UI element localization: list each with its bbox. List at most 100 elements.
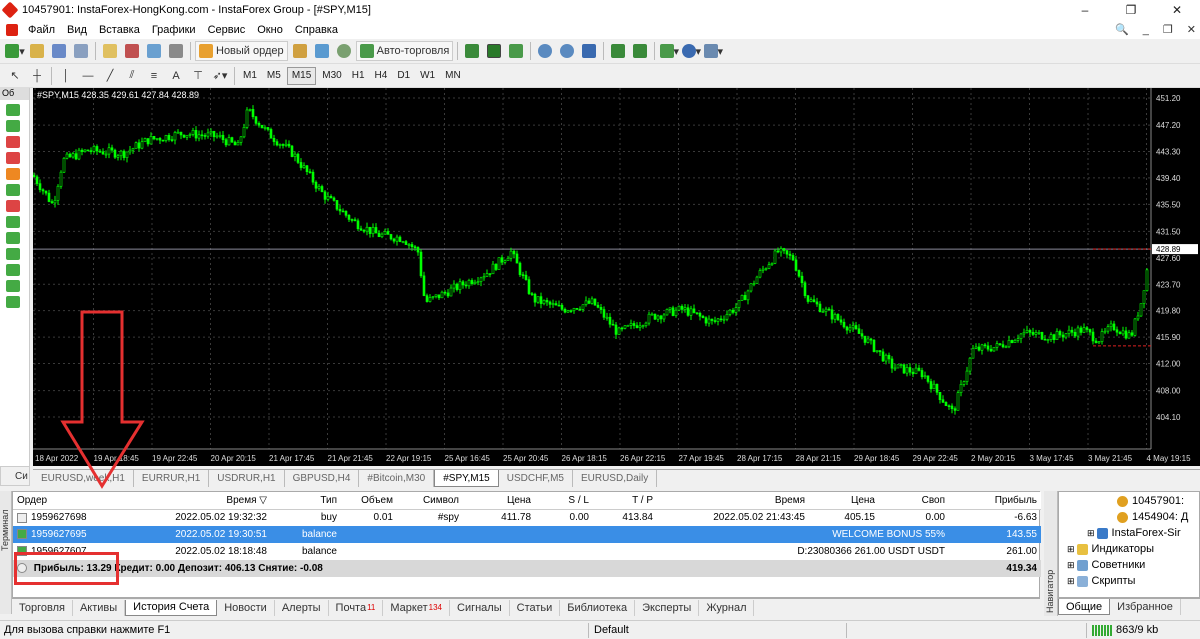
new-order-button[interactable]: Новый ордер — [195, 41, 288, 61]
chart-tab[interactable]: EURUSD,week,H1 — [33, 470, 134, 487]
periods-button[interactable]: ▾ — [681, 41, 701, 61]
column-header[interactable]: Ордер — [13, 492, 113, 510]
maximize-button[interactable]: ❐ — [1108, 0, 1154, 20]
mdi-restore-button[interactable]: ❐ — [1163, 23, 1173, 36]
bar-chart-button[interactable] — [462, 41, 482, 61]
column-header[interactable]: S / L — [535, 492, 593, 510]
chart-tab[interactable]: GBPUSD,H4 — [285, 470, 360, 487]
column-header[interactable]: Время ▽ — [113, 492, 271, 510]
menu-insert[interactable]: Вставка — [93, 24, 146, 36]
symbol-arrow-icon[interactable] — [6, 280, 20, 292]
menu-window[interactable]: Окно — [251, 24, 289, 36]
chart-tab[interactable]: #Bitcoin,M30 — [359, 470, 435, 487]
tf-w1[interactable]: W1 — [416, 67, 439, 85]
menu-charts[interactable]: Графики — [146, 24, 202, 36]
autoscroll-button[interactable] — [608, 41, 628, 61]
vps-button[interactable] — [334, 41, 354, 61]
column-header[interactable]: Своп — [879, 492, 949, 510]
tf-mn[interactable]: MN — [441, 67, 465, 85]
tab-experts[interactable]: Эксперты — [635, 599, 700, 616]
symbol-arrow-icon[interactable] — [6, 216, 20, 228]
new-chart-button[interactable]: ▾ — [5, 41, 25, 61]
symbol-arrow-icon[interactable] — [6, 184, 20, 196]
symbol-arrow-icon[interactable] — [6, 296, 20, 308]
tf-m1[interactable]: M1 — [239, 67, 261, 85]
column-header[interactable]: Прибыль — [949, 492, 1041, 510]
fibonacci-button[interactable]: ≡ — [144, 66, 164, 86]
tab-trade[interactable]: Торговля — [12, 599, 73, 616]
column-header[interactable]: T / P — [593, 492, 657, 510]
autotrading-button[interactable]: Авто-торговля — [355, 41, 454, 61]
market-watch-button[interactable] — [49, 41, 69, 61]
symbol-arrow-icon[interactable] — [6, 232, 20, 244]
trendline-button[interactable]: ╱ — [100, 66, 120, 86]
profiles-button[interactable] — [27, 41, 47, 61]
signals-button[interactable] — [312, 41, 332, 61]
table-row[interactable]: 1959627607 2022.05.02 18:18:48 balance D… — [13, 543, 1041, 560]
menu-help[interactable]: Справка — [289, 24, 344, 36]
column-header[interactable]: Символ — [397, 492, 463, 510]
mdi-minimize-button[interactable]: _ — [1143, 24, 1149, 36]
chart-tab[interactable]: EURUSD,Daily — [573, 470, 658, 487]
nav-server[interactable]: ⊞ InstaForex-Sir — [1059, 525, 1199, 541]
price-chart[interactable]: 451.20 447.20 443.30 439.40 435.50 431.50 427.… — [33, 88, 1200, 466]
zoom-in-button[interactable] — [535, 41, 555, 61]
symbol-arrow-icon[interactable] — [6, 264, 20, 276]
navigator-button[interactable] — [100, 41, 120, 61]
menu-view[interactable]: Вид — [61, 24, 93, 36]
nav-indicators[interactable]: ⊞ Индикаторы — [1059, 541, 1199, 557]
arrows-button[interactable]: ➶▾ — [210, 66, 230, 86]
chart-tab[interactable]: EURRUR,H1 — [134, 470, 210, 487]
symbol-arrow-icon[interactable] — [6, 152, 20, 164]
tile-windows-button[interactable] — [579, 41, 599, 61]
chart-tab-active[interactable]: #SPY,M15 — [434, 470, 499, 487]
tab-signals[interactable]: Сигналы — [450, 599, 510, 616]
chart-tab[interactable]: USDCHF,M5 — [499, 470, 573, 487]
text-button[interactable]: A — [166, 66, 186, 86]
tab-journal[interactable]: Журнал — [699, 599, 755, 616]
metaeditor-button[interactable] — [290, 41, 310, 61]
data-window-button[interactable] — [71, 41, 91, 61]
candle-chart-button[interactable] — [484, 41, 504, 61]
column-header[interactable]: Объем — [341, 492, 397, 510]
tf-h1[interactable]: H1 — [348, 67, 369, 85]
tester-button[interactable] — [166, 41, 186, 61]
menu-tools[interactable]: Сервис — [202, 24, 252, 36]
tf-m30[interactable]: M30 — [318, 67, 345, 85]
nav-account[interactable]: 10457901: — [1059, 493, 1199, 509]
column-header[interactable]: Цена — [463, 492, 535, 510]
tab-mailbox[interactable]: Почта 11 — [329, 599, 384, 616]
tf-m5[interactable]: M5 — [263, 67, 285, 85]
crosshair-button[interactable]: ┼ — [27, 66, 47, 86]
symbol-arrow-icon[interactable] — [6, 120, 20, 132]
cursor-button[interactable]: ↖ — [5, 66, 25, 86]
column-header[interactable]: Время — [657, 492, 809, 510]
horizontal-line-button[interactable]: — — [78, 66, 98, 86]
minimize-button[interactable]: – — [1062, 0, 1108, 20]
symbol-arrow-icon[interactable] — [6, 200, 20, 212]
channel-button[interactable]: ⫽ — [122, 66, 142, 86]
tab-news[interactable]: Новости — [217, 599, 275, 616]
symbol-arrow-icon[interactable] — [6, 168, 20, 180]
tf-h4[interactable]: H4 — [371, 67, 392, 85]
templates-button[interactable]: ▾ — [703, 41, 723, 61]
menu-file[interactable]: Файл — [22, 24, 61, 36]
crosshair-toolbar-button[interactable] — [122, 41, 142, 61]
mdi-close-button[interactable]: ✕ — [1187, 23, 1196, 36]
tab-common[interactable]: Общие — [1058, 599, 1111, 615]
tab-articles[interactable]: Статьи — [510, 599, 561, 616]
close-button[interactable]: ✕ — [1154, 0, 1200, 20]
symbol-arrow-icon[interactable] — [6, 104, 20, 116]
tab-account-history[interactable]: История Счета — [125, 599, 218, 616]
nav-account[interactable]: 1454904: Д — [1059, 509, 1199, 525]
chart-shift-button[interactable] — [630, 41, 650, 61]
line-chart-button[interactable] — [506, 41, 526, 61]
tab-alerts[interactable]: Алерты — [275, 599, 329, 616]
indicators-button[interactable]: ▾ — [659, 41, 679, 61]
search-icon[interactable]: 🔍 — [1115, 23, 1129, 36]
tf-m15[interactable]: M15 — [286, 66, 317, 85]
tab-assets[interactable]: Активы — [73, 599, 126, 616]
zoom-out-button[interactable] — [557, 41, 577, 61]
table-row[interactable]: 1959627698 2022.05.02 19:32:32 buy 0.01 … — [13, 509, 1041, 526]
tab-favorites[interactable]: Избранное — [1110, 599, 1181, 615]
